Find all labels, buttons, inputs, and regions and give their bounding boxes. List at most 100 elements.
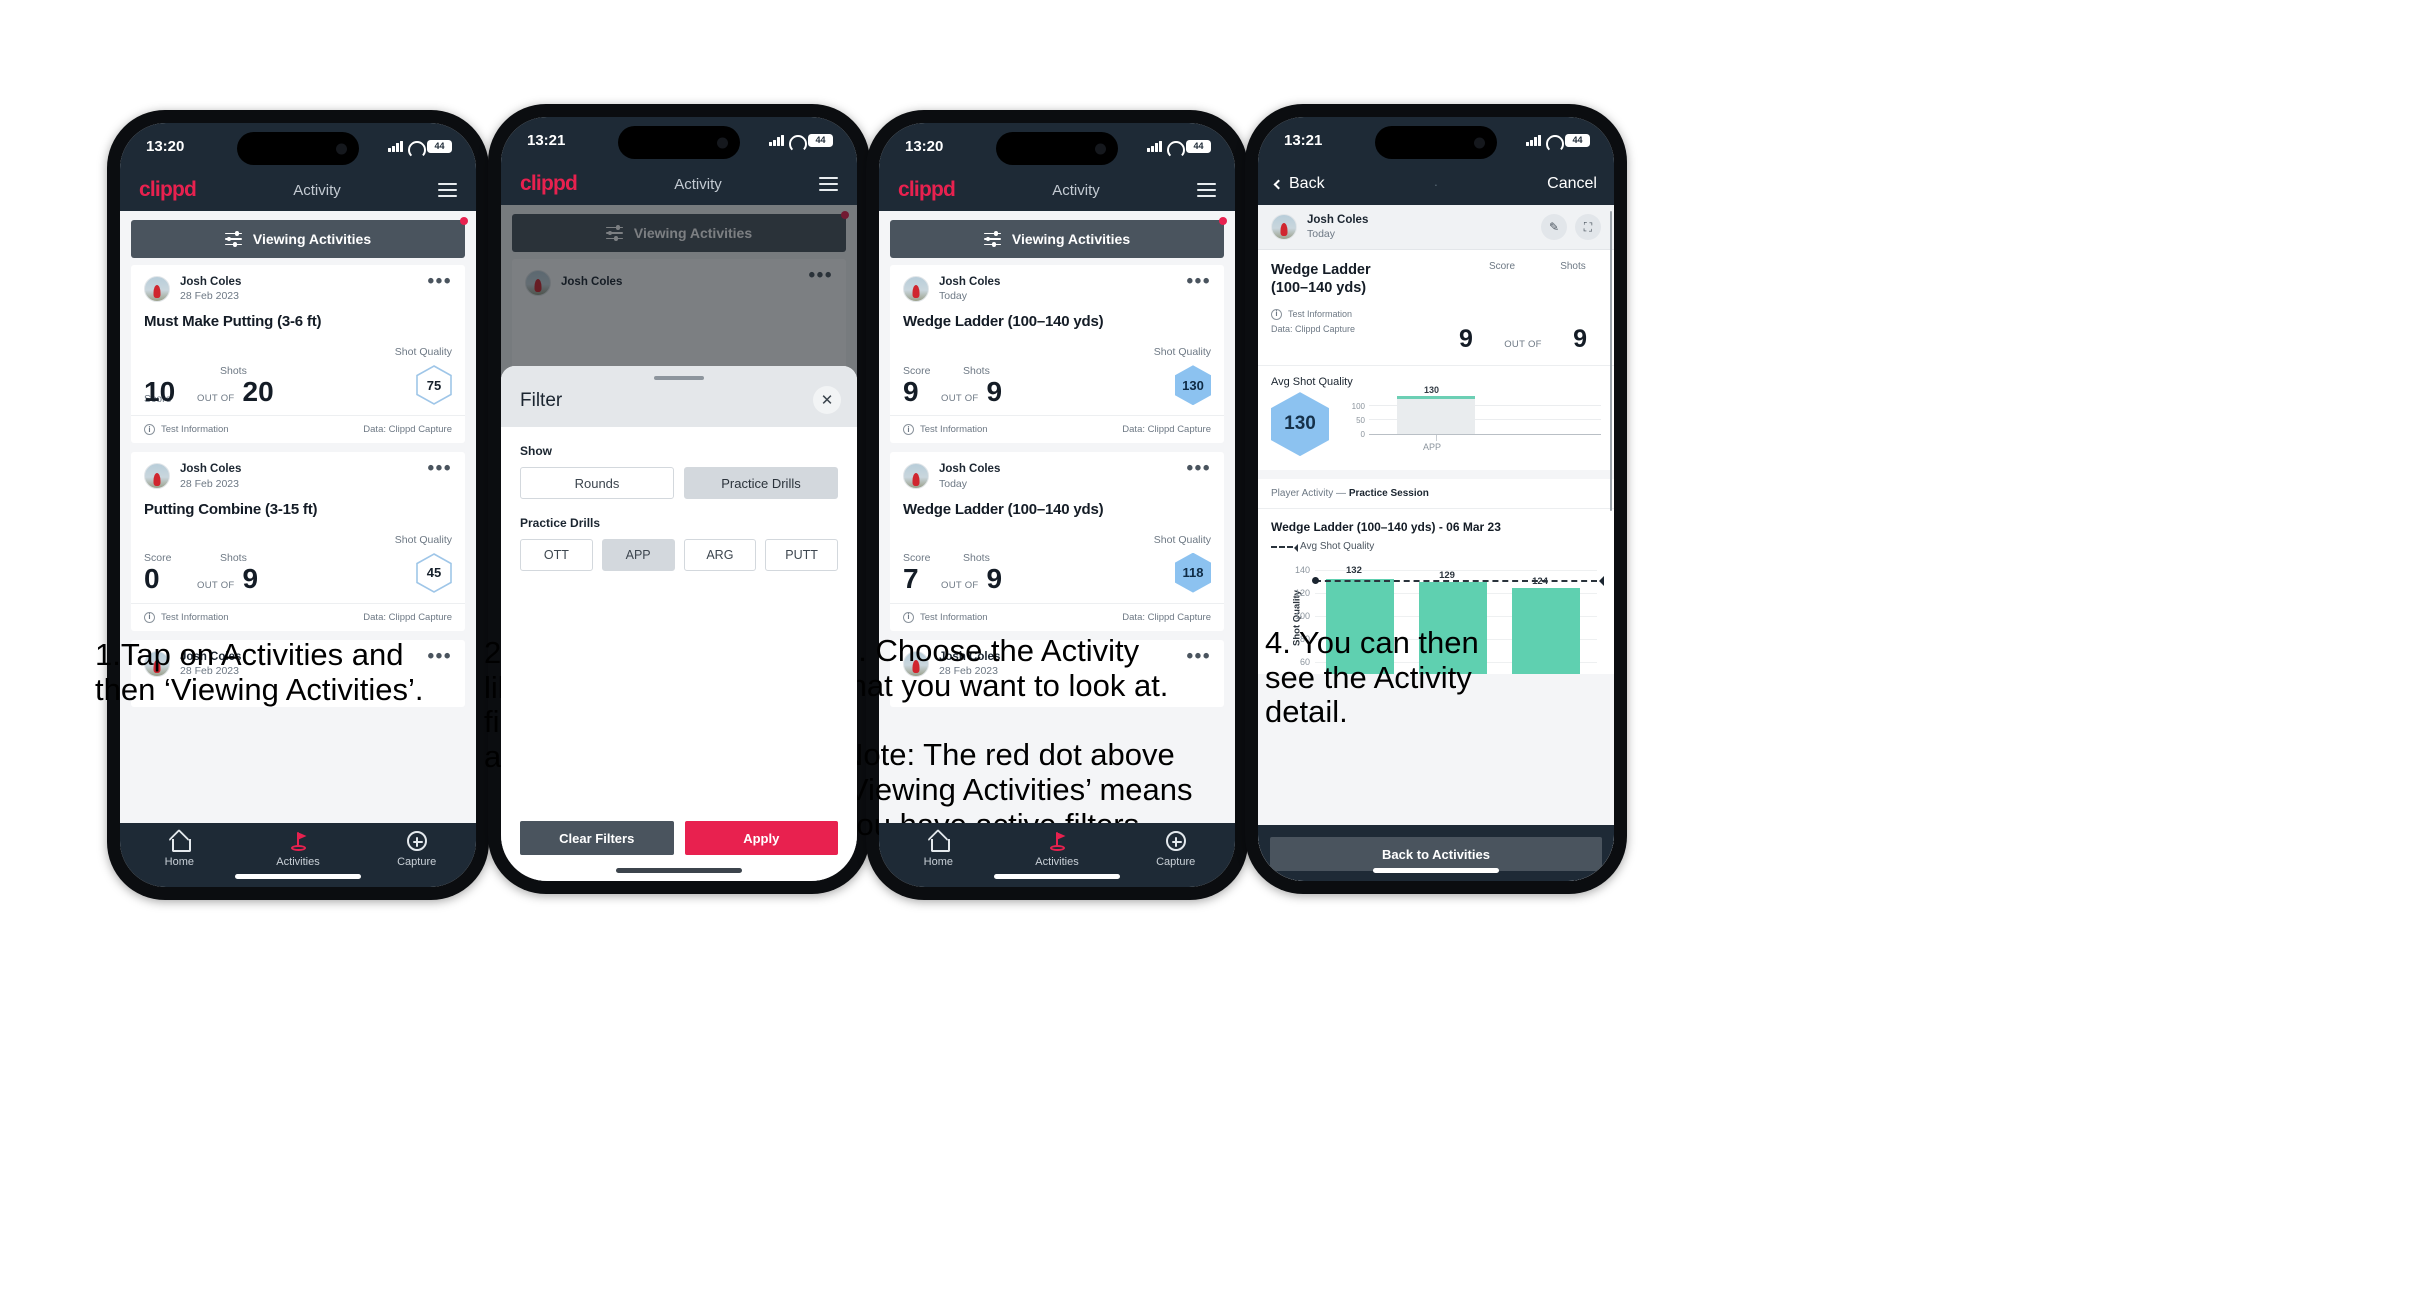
card-menu-icon[interactable]: •••: [1187, 272, 1211, 291]
activity-card[interactable]: Josh Coles Today ••• Wedge Ladder (100–1…: [890, 265, 1224, 444]
bar-1-value: 132: [1346, 565, 1362, 577]
status-time: 13:20: [905, 137, 944, 155]
tab-home[interactable]: Home: [120, 831, 239, 868]
shots-value: 9: [986, 375, 1003, 407]
filter-sheet-title: Filter: [520, 390, 563, 411]
clear-filters-button[interactable]: Clear Filters: [520, 821, 674, 855]
app-nav-bar: clippd Activity: [501, 163, 857, 205]
ytick-120: 120: [1294, 588, 1310, 599]
viewing-activities-button[interactable]: Viewing Activities: [890, 217, 1227, 258]
tab-activities-label: Activities: [1035, 856, 1079, 868]
avatar: [903, 463, 929, 490]
out-of-label: OUT OF: [941, 392, 979, 404]
mini-bar-value: 130: [1424, 385, 1440, 396]
show-label: Show: [520, 444, 552, 458]
score-value: 10: [144, 375, 176, 407]
sliders-icon: [224, 231, 242, 247]
tab-capture[interactable]: Capture: [1116, 831, 1235, 868]
mini-ytick-0: 0: [1360, 430, 1365, 440]
shot-quality-hex: 118: [1175, 552, 1211, 593]
hamburger-icon[interactable]: [1196, 183, 1216, 197]
back-to-activities-button[interactable]: Back to Activities: [1270, 837, 1602, 871]
home-icon: [928, 831, 950, 852]
mini-x-label-app: APP: [1423, 442, 1442, 453]
scrollbar[interactable]: [1609, 211, 1612, 511]
chevron-left-icon: [1273, 179, 1284, 189]
drill-option-ott[interactable]: OTT: [520, 539, 593, 571]
score-label: Score: [1488, 261, 1516, 273]
sheet-grabber[interactable]: [654, 376, 704, 380]
clippd-logo[interactable]: clippd: [520, 172, 578, 196]
shot-quality-hex: 45: [416, 552, 452, 593]
page-title: Activity: [674, 175, 722, 193]
wifi-icon: [789, 135, 803, 146]
test-information-label: Test Information: [161, 611, 229, 623]
card-date: 28 Feb 2023: [180, 477, 239, 490]
player-activity-line: Player Activity — Practice Session: [1258, 479, 1614, 510]
close-icon[interactable]: ✕: [813, 386, 841, 414]
tab-activities-label: Activities: [276, 856, 320, 868]
tutorial-board: 13:20 44 clippd Activity Viewing Activit…: [0, 0, 2423, 1303]
wifi-icon: [408, 141, 422, 152]
clippd-logo[interactable]: clippd: [898, 178, 956, 202]
out-of-label: OUT OF: [197, 579, 235, 591]
cancel-button[interactable]: Cancel: [1547, 175, 1597, 193]
info-icon: i: [903, 424, 914, 436]
score-label-spacer: [144, 365, 220, 377]
home-indicator: [235, 874, 361, 879]
caption-step-3: 3. Choose the Activity that you want to …: [841, 633, 1193, 842]
activity-card[interactable]: Josh Coles 28 Feb 2023 ••• Putting Combi…: [131, 452, 465, 631]
hamburger-icon[interactable]: [437, 183, 457, 197]
back-button[interactable]: Back: [1273, 175, 1325, 193]
hamburger-icon[interactable]: [818, 177, 838, 191]
mini-ytick-100: 100: [1351, 402, 1365, 412]
card-menu-icon[interactable]: •••: [1187, 459, 1211, 478]
drill-option-putt[interactable]: PUTT: [765, 539, 838, 571]
data-source-label: Data: Clippd Capture: [1122, 424, 1211, 436]
activity-card[interactable]: Josh Coles 28 Feb 2023 ••• Must Make Put…: [131, 265, 465, 444]
info-icon: i: [144, 611, 155, 623]
shot-quality-value: 75: [426, 377, 442, 393]
shot-quality-hex: 75: [416, 365, 452, 406]
shot-quality-label: Shot Quality: [394, 346, 452, 359]
expand-icon[interactable]: ⛶: [1575, 214, 1601, 241]
drill-option-app[interactable]: APP: [601, 539, 675, 571]
practice-drills-label: Practice Drills: [520, 516, 601, 530]
tab-activities[interactable]: Activities: [998, 831, 1117, 868]
show-options: Rounds Practice Drills: [520, 467, 838, 499]
score-value: 0: [144, 562, 160, 594]
card-title: Must Make Putting (3-6 ft): [144, 313, 322, 331]
show-option-rounds[interactable]: Rounds: [520, 467, 674, 499]
show-option-practice-drills[interactable]: Practice Drills: [684, 467, 838, 499]
card-date: Today: [939, 477, 968, 490]
shot-quality-label: Shot Quality: [394, 533, 452, 546]
detail-screen: Josh Coles Today ✎ ⛶ Wedge Ladder (100–1…: [1258, 205, 1614, 881]
activity-card[interactable]: Josh Coles Today ••• Wedge Ladder (100–1…: [890, 452, 1224, 631]
pencil-icon[interactable]: ✎: [1541, 214, 1567, 241]
shots-label: Shots: [1560, 261, 1586, 273]
card-menu-icon[interactable]: •••: [428, 272, 452, 291]
card-date: 28 Feb 2023: [180, 290, 239, 303]
mini-bar-cap-app: [1397, 396, 1475, 400]
test-information-label: Test Information: [1288, 308, 1353, 319]
shots-value: 9: [242, 562, 259, 594]
tab-home-label: Home: [164, 856, 194, 868]
viewing-activities-label: Viewing Activities: [252, 231, 372, 247]
phone-notch: [618, 126, 740, 159]
tab-home[interactable]: Home: [879, 831, 998, 868]
tab-activities[interactable]: Activities: [239, 831, 358, 868]
apply-button[interactable]: Apply: [684, 821, 838, 855]
tab-capture[interactable]: Capture: [357, 831, 476, 868]
shots-value: 20: [242, 375, 274, 407]
test-information-label: Test Information: [920, 424, 988, 436]
battery-icon: 44: [1186, 139, 1211, 153]
drill-option-arg[interactable]: ARG: [683, 539, 757, 571]
viewing-activities-button[interactable]: Viewing Activities: [131, 217, 468, 258]
battery-icon: 44: [427, 139, 452, 153]
phone-notch: [237, 132, 359, 165]
avg-shot-quality-value: 130: [1284, 413, 1316, 435]
card-user-name: Josh Coles: [180, 276, 242, 288]
card-menu-icon[interactable]: •••: [428, 459, 452, 478]
page-title: Activity: [293, 181, 341, 199]
clippd-logo[interactable]: clippd: [139, 178, 197, 202]
